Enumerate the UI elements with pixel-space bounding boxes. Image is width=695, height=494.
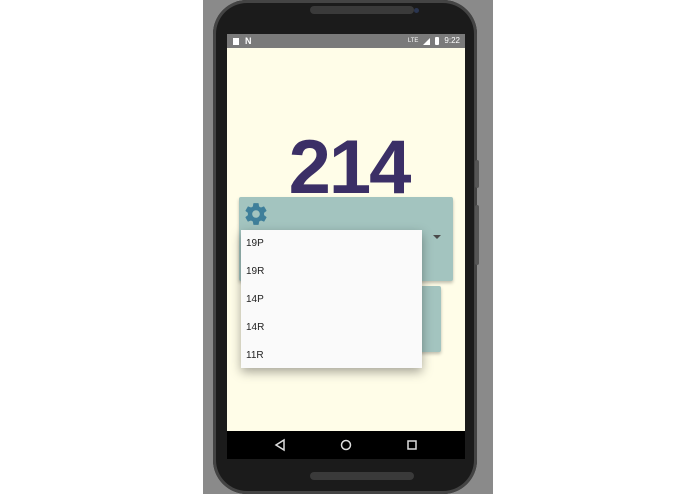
sd-card-icon (233, 37, 239, 45)
status-time: 9:22 (444, 36, 460, 45)
navigation-bar (227, 431, 465, 459)
back-icon[interactable] (273, 438, 287, 452)
battery-icon (435, 37, 440, 45)
dropdown-menu: 19P 19R 14P 14R 11R (241, 230, 422, 368)
front-camera (414, 8, 419, 13)
volume-button (475, 160, 479, 188)
power-button (475, 205, 479, 265)
gear-icon[interactable] (243, 201, 269, 227)
notification-n-icon: N (245, 36, 252, 46)
network-label: LTE (407, 38, 419, 44)
menu-item-14R[interactable]: 14R (241, 314, 422, 342)
menu-item-11R[interactable]: 11R (241, 342, 422, 370)
status-bar: N LTE 9:22 (227, 34, 465, 48)
recents-icon[interactable] (405, 438, 419, 452)
bottom-speaker (310, 472, 414, 480)
menu-item-19R[interactable]: 19R (241, 258, 422, 286)
menu-item-14P[interactable]: 14P (241, 286, 422, 314)
score-number: 214 (288, 125, 412, 210)
app-screen: N LTE 9:22 214 19P 19R 14P 14R 11R (227, 34, 465, 431)
top-speaker (310, 6, 414, 14)
dropdown-arrow-icon[interactable] (433, 235, 441, 239)
menu-item-19P[interactable]: 19P (241, 230, 422, 258)
signal-icon (423, 37, 431, 45)
home-icon[interactable] (339, 438, 353, 452)
